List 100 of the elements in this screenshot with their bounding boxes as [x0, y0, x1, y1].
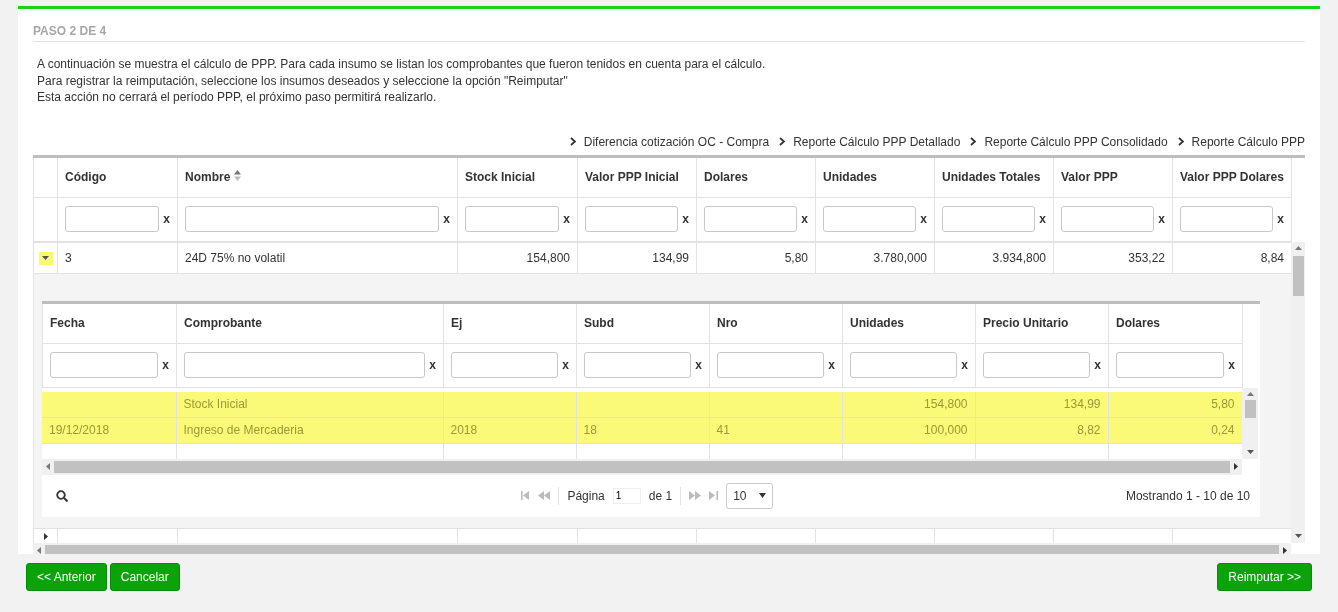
record-count: Mostrando 1 - 10 de 10 — [1125, 488, 1250, 503]
scroll-right-icon[interactable] — [1234, 463, 1238, 470]
table-cell: 154,800 — [924, 397, 968, 411]
clear-filter-button[interactable]: x — [162, 358, 169, 372]
column-header[interactable]: Nro — [717, 316, 738, 330]
column-header[interactable]: Subd — [584, 316, 614, 330]
page-size-dropdown[interactable]: 10 — [726, 482, 773, 509]
report-link[interactable]: Reporte Cálculo PPP Consolidado — [970, 134, 1168, 149]
filter-field[interactable] — [465, 206, 560, 232]
caret-right-icon[interactable] — [43, 532, 48, 540]
scroll-thumb[interactable] — [1244, 399, 1256, 418]
column-header[interactable]: Dolares — [1116, 316, 1161, 330]
clear-filter-button[interactable]: x — [1228, 358, 1235, 372]
table-cell: 5,80 — [696, 242, 816, 273]
filter-field[interactable] — [185, 206, 440, 232]
clear-filter-button[interactable]: x — [695, 358, 702, 372]
last-page-icon[interactable] — [709, 491, 719, 500]
clear-filter-button[interactable]: x — [562, 358, 569, 372]
clear-filter-button[interactable]: x — [1277, 212, 1284, 226]
previous-page-icon[interactable] — [538, 491, 551, 500]
filter-field[interactable] — [50, 352, 159, 378]
clear-filter-button[interactable]: x — [429, 358, 436, 372]
chevron-right-icon[interactable] — [970, 137, 977, 146]
filter-field[interactable] — [184, 352, 426, 378]
clear-filter-button[interactable]: x — [920, 212, 927, 226]
filter-field[interactable] — [942, 206, 1036, 232]
vertical-scrollbar[interactable] — [1242, 387, 1258, 459]
filter-field[interactable] — [717, 352, 825, 378]
table-cell: 353,22 — [1053, 242, 1173, 273]
table-cell: Ingreso de Mercaderia — [183, 423, 304, 437]
column-header[interactable]: Valor PPP — [1061, 170, 1118, 184]
column-header[interactable]: Nombre — [185, 170, 242, 184]
table-cell: 18 — [583, 423, 597, 437]
chevron-right-icon[interactable] — [1177, 137, 1184, 146]
column-header[interactable]: Unidades — [850, 316, 904, 330]
filter-field[interactable] — [704, 206, 798, 232]
clear-filter-button[interactable]: x — [961, 358, 968, 372]
caret-down-icon[interactable] — [42, 256, 49, 261]
clear-filter-button[interactable]: x — [1094, 358, 1101, 372]
next-page-icon[interactable] — [689, 491, 702, 500]
filter-field[interactable] — [1180, 206, 1274, 232]
expand-toggle[interactable] — [38, 251, 53, 265]
search-icon[interactable] — [56, 489, 68, 502]
table-cell: 41 — [716, 423, 730, 437]
scroll-left-icon[interactable] — [46, 463, 50, 470]
filter-field[interactable] — [451, 352, 559, 378]
filter-field[interactable] — [585, 206, 679, 232]
horizontal-scrollbar[interactable] — [42, 458, 1242, 475]
filter-field[interactable] — [850, 352, 958, 378]
report-link[interactable]: Diferencia cotización OC - Compra — [569, 134, 770, 149]
filter-field[interactable] — [584, 352, 692, 378]
clear-filter-button[interactable]: x — [828, 358, 835, 372]
scroll-left-icon[interactable] — [37, 547, 41, 554]
scroll-up-icon[interactable] — [1294, 245, 1302, 250]
column-header[interactable]: Dolares — [704, 170, 749, 184]
page-count: de 1 — [648, 488, 673, 503]
table-cell: 3.934,800 — [934, 242, 1054, 273]
filter-field[interactable] — [823, 206, 917, 232]
filter-field[interactable] — [65, 206, 160, 232]
column-header[interactable]: Ej — [451, 316, 463, 330]
clear-filter-button[interactable]: x — [1158, 212, 1165, 226]
table-cell: 24D 75% no volatil — [177, 242, 458, 273]
report-link[interactable]: Reporte Cálculo PPP — [1177, 134, 1305, 149]
clear-filter-button[interactable]: x — [163, 212, 170, 226]
scroll-down-icon[interactable] — [1294, 533, 1302, 538]
scroll-right-icon[interactable] — [1283, 547, 1287, 554]
table-cell: 100,000 — [924, 423, 968, 437]
column-header[interactable]: Comprobante — [184, 316, 262, 330]
table-cell: 0,24 — [1211, 423, 1235, 437]
column-header[interactable]: Fecha — [50, 316, 85, 330]
clear-filter-button[interactable]: x — [443, 212, 450, 226]
report-link[interactable]: Reporte Cálculo PPP Detallado — [779, 134, 961, 149]
chevron-right-icon[interactable] — [779, 137, 786, 146]
clear-filter-button[interactable]: x — [682, 212, 689, 226]
horizontal-scrollbar[interactable] — [33, 542, 1291, 554]
scroll-up-icon[interactable] — [1246, 391, 1254, 396]
instruction-text: Esta acción no cerrará el período PPP, el próximo paso permitirá realizarlo. — [37, 89, 437, 106]
scroll-down-icon[interactable] — [1246, 449, 1254, 454]
chevron-right-icon[interactable] — [569, 137, 576, 146]
caret-down-icon[interactable] — [758, 493, 766, 498]
clear-filter-button[interactable]: x — [563, 212, 570, 226]
clear-filter-button[interactable]: x — [1039, 212, 1046, 226]
page-field[interactable]: 1 — [612, 487, 641, 504]
table-cell: 134,99 — [1063, 397, 1101, 411]
filter-field[interactable] — [983, 352, 1091, 378]
page-label: Página — [567, 488, 605, 503]
first-page-icon[interactable] — [521, 491, 531, 500]
scroll-thumb[interactable] — [1292, 255, 1304, 296]
table-cell: Stock Inicial — [183, 397, 248, 411]
filter-field[interactable] — [1061, 206, 1155, 232]
vertical-scrollbar[interactable] — [1291, 241, 1305, 543]
column-header[interactable]: Unidades — [823, 170, 877, 184]
clear-filter-button[interactable]: x — [801, 212, 808, 226]
filter-field[interactable] — [1116, 352, 1225, 378]
table-cell: 2018 — [450, 423, 478, 437]
table-cell: 134,99 — [577, 242, 697, 273]
instruction-text: Para registrar la reimputación, seleccione los insumos deseados y seleccione la opción "Reimputar" — [37, 72, 568, 89]
column-header[interactable]: Código — [65, 170, 107, 184]
table-cell: 19/12/2018 — [49, 423, 110, 437]
sort-icon[interactable] — [234, 170, 242, 181]
